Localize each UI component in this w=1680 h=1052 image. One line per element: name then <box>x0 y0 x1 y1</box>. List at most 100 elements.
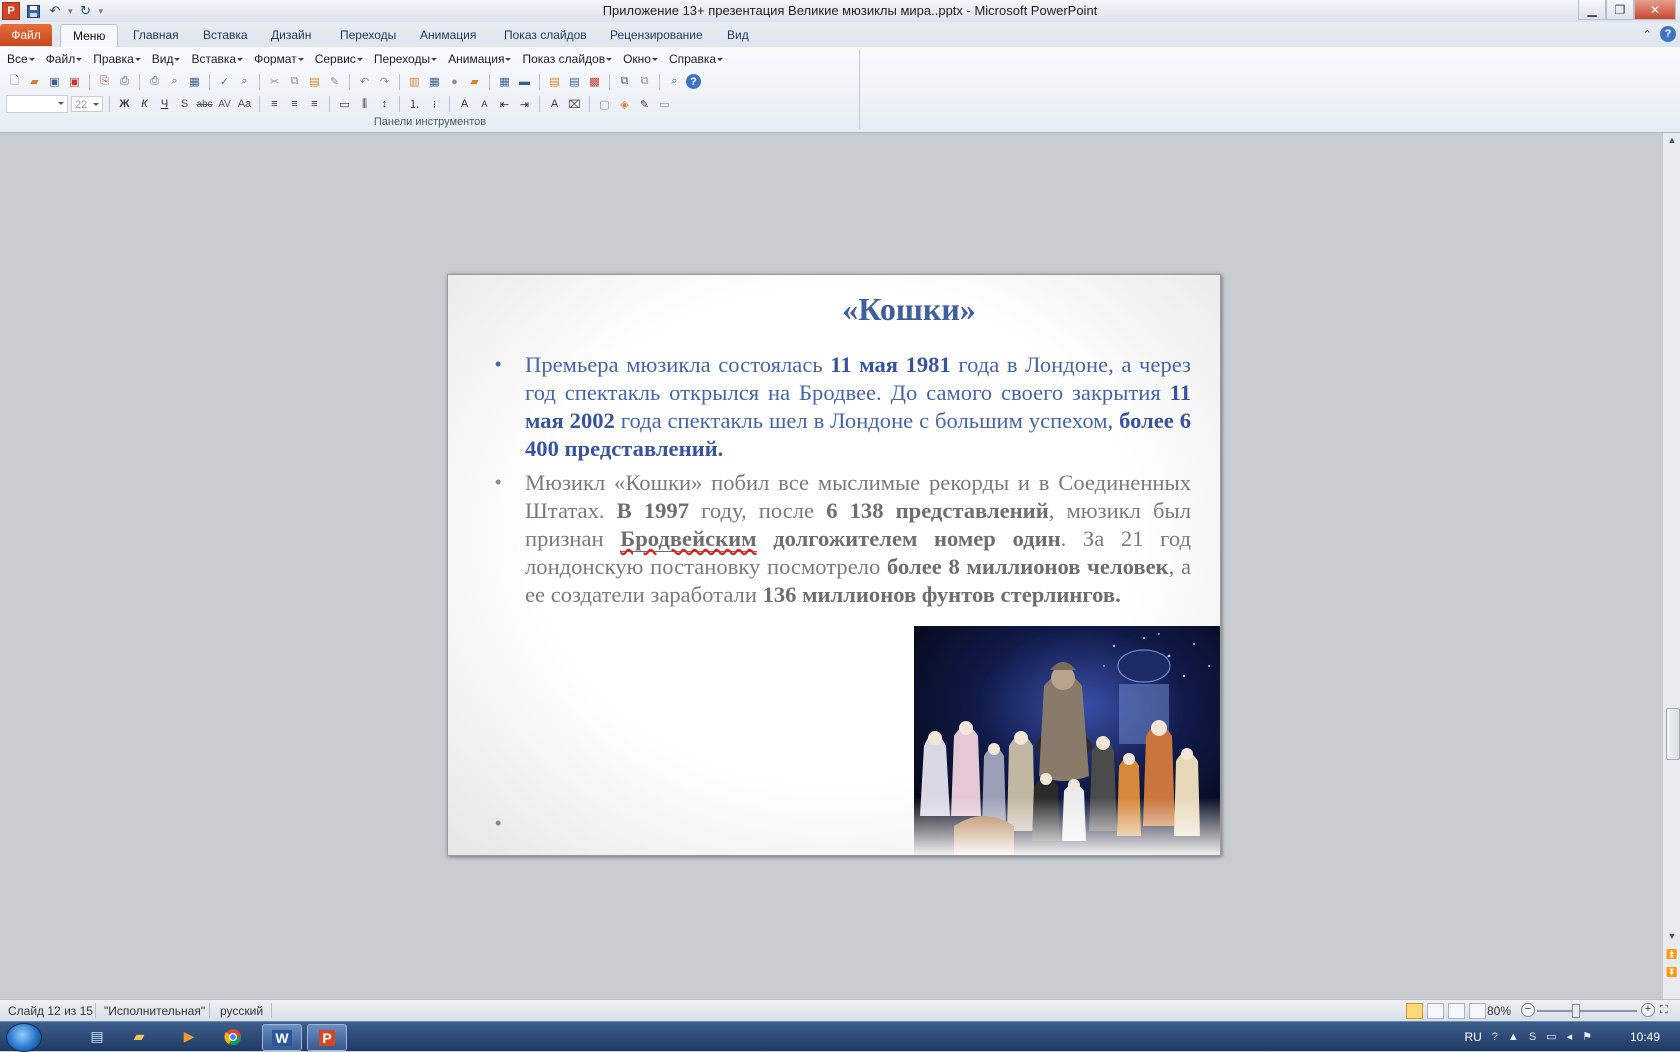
zoom-slider-knob[interactable] <box>1572 1004 1580 1018</box>
start-button[interactable] <box>6 1023 42 1052</box>
numbering-icon[interactable]: ⒈ <box>406 96 423 113</box>
zoom-in-icon[interactable]: + <box>1641 1003 1655 1017</box>
media-player-icon[interactable]: ▶ <box>170 1024 208 1049</box>
text-box-icon[interactable]: ▭ <box>336 96 353 113</box>
arrange-icon[interactable]: ⧉ <box>616 73 633 90</box>
font-color-icon[interactable]: A <box>546 96 563 113</box>
menu-all[interactable]: Все <box>6 51 35 67</box>
tab-design[interactable]: Дизайн <box>259 24 323 46</box>
normal-view-icon[interactable] <box>1406 1003 1423 1019</box>
font-size-dropdown[interactable]: 22 <box>71 96 103 112</box>
menu-tools[interactable]: Сервис <box>314 51 363 67</box>
slide-sorter-icon[interactable] <box>1427 1003 1444 1019</box>
research-icon[interactable]: ⌕ <box>236 73 253 90</box>
menu-view[interactable]: Вид <box>151 51 181 67</box>
underline-icon[interactable]: Ч <box>156 96 173 113</box>
zoom-slider[interactable] <box>1537 1010 1637 1012</box>
decrease-indent-icon[interactable]: ⇤ <box>496 96 513 113</box>
group-icon[interactable]: ⧉ <box>636 73 653 90</box>
align-left-icon[interactable]: ≡ <box>266 96 283 113</box>
slide[interactable]: «Кошки» • Премьера мюзикла состоялась 11… <box>447 274 1221 856</box>
menu-transitions[interactable]: Переходы <box>373 51 438 67</box>
slide-title[interactable]: «Кошки» <box>448 291 1220 328</box>
chart-icon[interactable]: ▥ <box>406 73 423 90</box>
print-preview-icon[interactable]: ⌕ <box>166 73 183 90</box>
minimize-ribbon-icon[interactable]: ⌃ <box>1643 28 1652 41</box>
tab-file[interactable]: Файл <box>0 24 52 46</box>
tab-view[interactable]: Вид <box>715 24 761 46</box>
notepad-icon[interactable]: ▤ <box>78 1024 116 1049</box>
attach-icon[interactable]: ⎙ <box>116 73 133 90</box>
close-document-icon[interactable]: ▣ <box>66 73 83 90</box>
shape-icon[interactable]: ▢ <box>596 96 613 113</box>
tab-transitions[interactable]: Переходы <box>328 24 408 46</box>
restore-icon[interactable]: ❐ <box>1606 0 1634 20</box>
tab-menu[interactable]: Меню <box>60 24 119 48</box>
open-folder-icon[interactable]: ▰ <box>26 73 43 90</box>
align-right-icon[interactable]: ≡ <box>306 96 323 113</box>
change-case-icon[interactable]: Aa <box>236 96 253 113</box>
bullet-paragraph-1[interactable]: Премьера мюзикла состоялась 11 мая 1981 … <box>525 351 1191 463</box>
fill-color-icon[interactable]: ◈ <box>616 96 633 113</box>
paste-icon[interactable]: ▤ <box>306 73 323 90</box>
explorer-icon[interactable]: ▰ <box>120 1024 158 1049</box>
table-icon[interactable]: ▦ <box>426 73 443 90</box>
clock[interactable]: 10:49 <box>1630 1030 1660 1044</box>
tab-insert[interactable]: Вставка <box>191 24 260 46</box>
language-indicator[interactable]: русский <box>220 1004 263 1018</box>
bold-icon[interactable]: Ж <box>116 96 133 113</box>
cats-musical-photo[interactable] <box>914 626 1220 855</box>
network-icon[interactable]: ▭ <box>1546 1030 1556 1043</box>
next-slide-icon[interactable]: ⏬ <box>1663 967 1680 978</box>
menu-edit[interactable]: Правка <box>92 51 141 67</box>
reading-view-icon[interactable] <box>1448 1003 1465 1019</box>
columns-icon[interactable]: ⫼ <box>356 96 373 113</box>
italic-icon[interactable]: К <box>136 96 153 113</box>
scroll-down-icon[interactable]: ▼ <box>1663 931 1680 941</box>
powerpoint-icon[interactable]: P <box>307 1024 347 1051</box>
layout-icon[interactable]: ▤ <box>566 73 583 90</box>
character-spacing-icon[interactable]: AV <box>216 96 233 113</box>
help-icon[interactable]: ? <box>1660 26 1676 42</box>
cut-icon[interactable]: ✂ <box>266 73 283 90</box>
previous-slide-icon[interactable]: ⏫ <box>1663 949 1680 960</box>
bullets-icon[interactable]: ⁝ <box>426 96 443 113</box>
tab-home[interactable]: Главная <box>121 24 191 46</box>
menu-animation[interactable]: Анимация <box>447 51 512 67</box>
decrease-font-icon[interactable]: A <box>476 96 493 113</box>
scrollbar-thumb[interactable] <box>1666 708 1680 760</box>
zoom-icon[interactable]: ⌕ <box>666 73 683 90</box>
skype-icon[interactable]: S <box>1529 1031 1536 1043</box>
volume-icon[interactable]: ◂ <box>1567 1030 1573 1043</box>
chrome-icon[interactable] <box>214 1024 252 1049</box>
zoom-level[interactable]: 80% <box>1487 1004 1511 1018</box>
line-spacing-icon[interactable]: ↕ <box>376 96 393 113</box>
copy-icon[interactable]: ⧉ <box>286 73 303 90</box>
menu-format[interactable]: Формат <box>253 51 304 67</box>
tab-animation[interactable]: Анимация <box>408 24 488 46</box>
increase-font-icon[interactable]: A <box>456 96 473 113</box>
color-scheme-icon[interactable]: ▩ <box>586 73 603 90</box>
zoom-out-icon[interactable]: − <box>1521 1003 1535 1017</box>
keyboard-language[interactable]: RU <box>1464 1030 1481 1044</box>
scroll-up-icon[interactable]: ▲ <box>1663 135 1680 145</box>
new-document-icon[interactable]: 🗋 <box>6 73 23 90</box>
folder-icon[interactable]: ▰ <box>466 73 483 90</box>
menu-window[interactable]: Окно <box>622 51 658 67</box>
vertical-scrollbar[interactable]: ▲ ▼ ⏫ ⏬ <box>1662 133 1680 999</box>
tab-slideshow[interactable]: Показ слайдов <box>492 24 599 46</box>
spelling-icon[interactable]: ✓ <box>216 73 233 90</box>
smartart-icon[interactable]: ▤ <box>546 73 563 90</box>
menu-file[interactable]: Файл <box>45 51 83 67</box>
grid-icon[interactable]: ▦ <box>186 73 203 90</box>
insert-table-icon[interactable]: ▦ <box>496 73 513 90</box>
format-painter-icon[interactable]: ✎ <box>326 73 343 90</box>
line-color-icon[interactable]: ✎ <box>636 96 653 113</box>
shapes-icon[interactable]: ● <box>446 73 463 90</box>
help-circle-icon[interactable]: ? <box>686 74 701 89</box>
tab-review[interactable]: Рецензирование <box>598 24 715 46</box>
show-hidden-icons-icon[interactable]: ▲ <box>1508 1031 1519 1043</box>
print-icon[interactable]: ⎙ <box>146 73 163 90</box>
increase-indent-icon[interactable]: ⇥ <box>516 96 533 113</box>
font-name-dropdown[interactable] <box>6 95 68 113</box>
